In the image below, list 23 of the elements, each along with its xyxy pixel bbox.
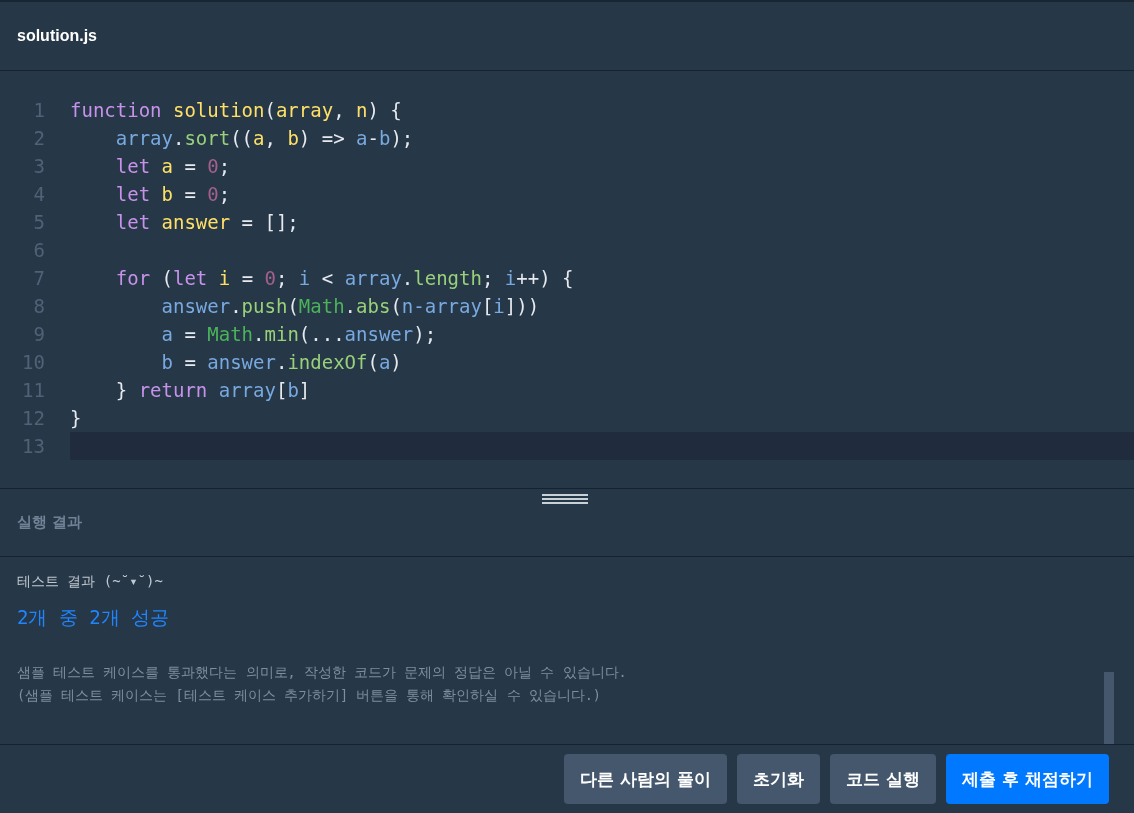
code-line: array.sort((a, b) => a-b); — [114, 127, 414, 149]
test-result-heading: 테스트 결과 (~˘▾˘)~ — [17, 573, 164, 591]
code-line: } return array[b] — [114, 379, 311, 401]
results-title: 실행 결과 — [17, 513, 83, 532]
code-line: } — [70, 407, 82, 429]
resize-handle-icon[interactable] — [542, 493, 588, 505]
action-button[interactable]: 다른 사람의 풀이 — [564, 754, 728, 804]
file-name-tab[interactable]: solution.js — [17, 27, 97, 45]
action-button[interactable]: 코드 실행 — [830, 754, 937, 804]
code-line: let b = 0; — [114, 183, 231, 205]
code-line: let a = 0; — [114, 155, 231, 177]
code-line: function solution(array, n) { — [70, 99, 402, 121]
code-line: for (let i = 0; i < array.length; i++) { — [114, 267, 574, 289]
code-line: a = Math.min(...answer); — [160, 323, 437, 345]
result-note: (샘플 테스트 케이스는 [테스트 케이스 추가하기] 버튼을 통해 확인하실 수 있습니다.) — [17, 686, 602, 705]
code-line: b = answer.indexOf(a) — [160, 351, 402, 373]
action-button[interactable]: 제출 후 채점하기 — [946, 754, 1109, 804]
scrollbar[interactable] — [1104, 672, 1114, 744]
test-summary: 2개 중 2개 성공 — [17, 605, 171, 630]
action-button[interactable]: 초기화 — [737, 754, 821, 804]
code-line: let answer = []; — [114, 211, 299, 233]
result-note: 샘플 테스트 케이스를 통과했다는 의미로, 작성한 코드가 문제의 정답은 아닐 수 있습니다. — [17, 663, 628, 682]
code-line: answer.push(Math.abs(n-array[i])) — [160, 295, 540, 317]
